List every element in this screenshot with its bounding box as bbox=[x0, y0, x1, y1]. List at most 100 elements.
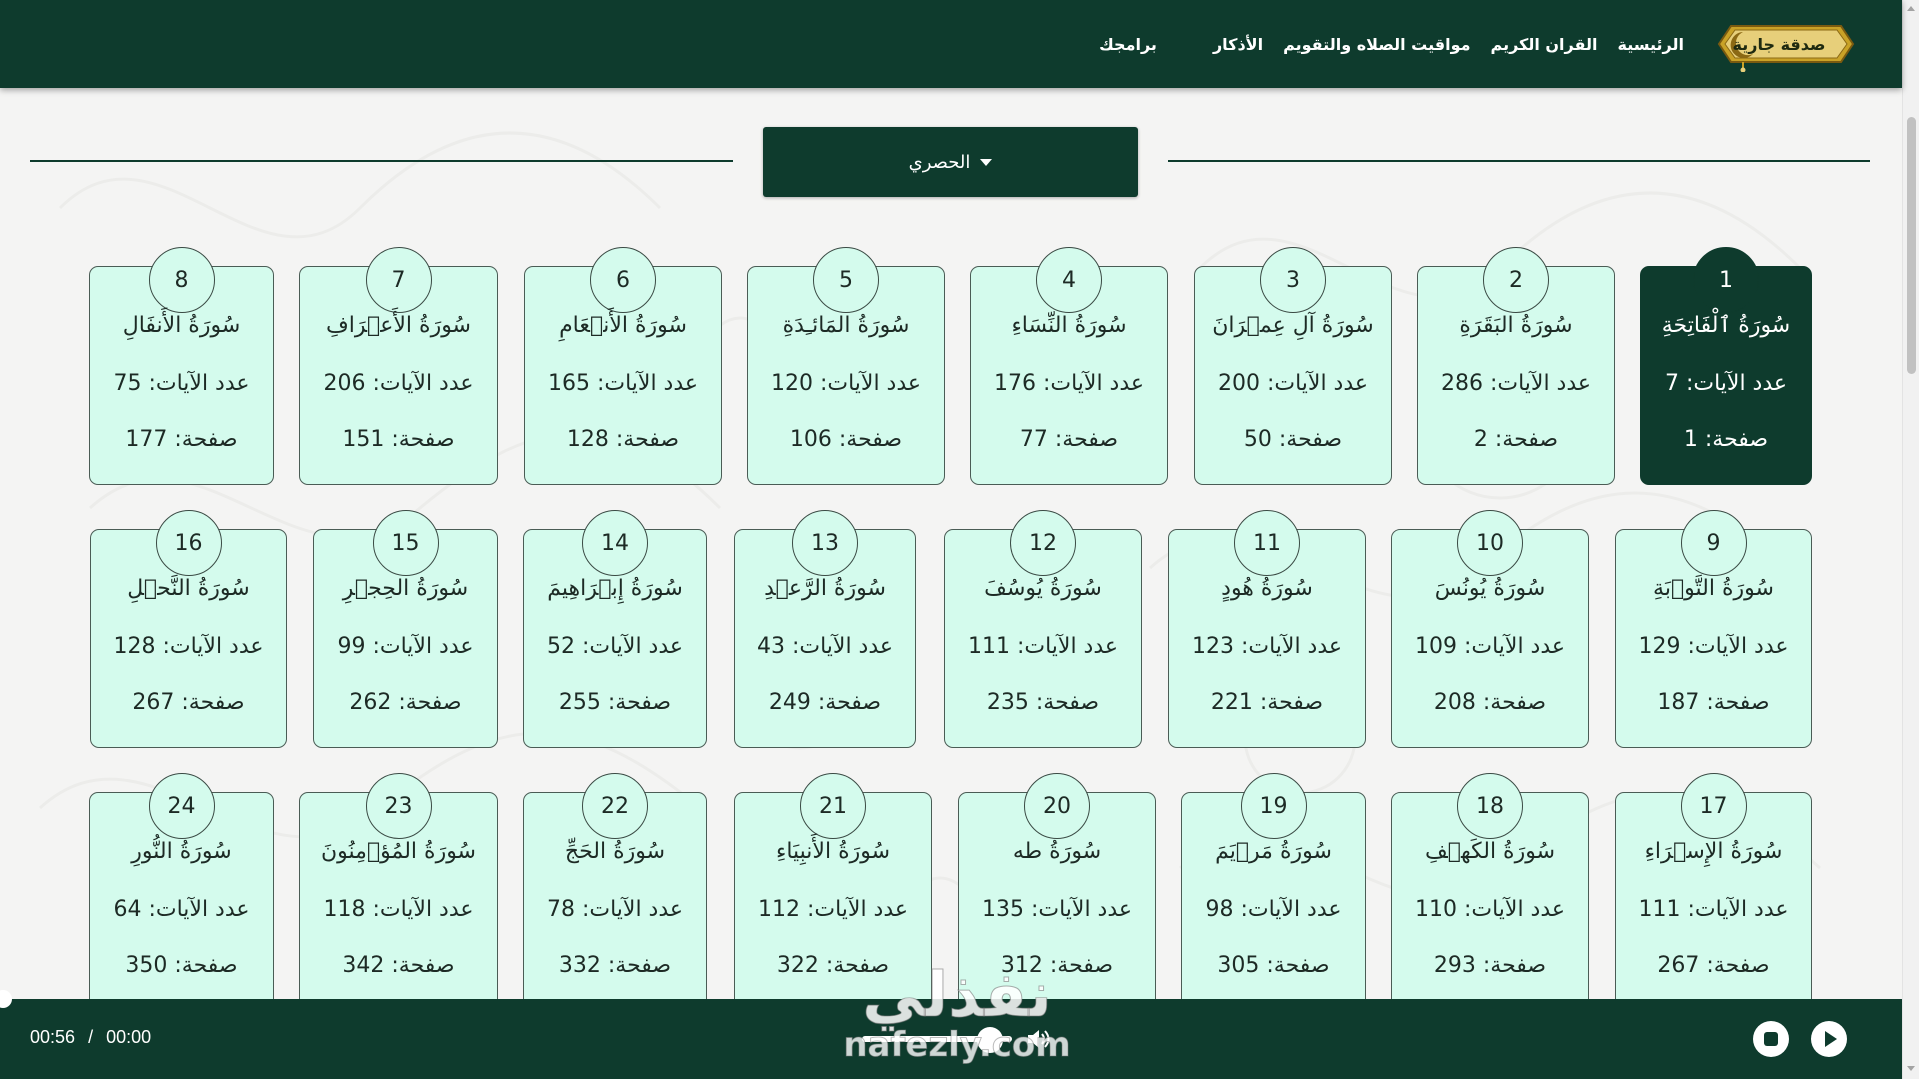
scroll-down-icon[interactable] bbox=[1907, 1066, 1915, 1071]
nav-programs[interactable]: برامجك bbox=[1089, 35, 1167, 54]
page-value: 50 bbox=[1243, 427, 1272, 452]
page-value: 187 bbox=[1657, 690, 1700, 715]
surah-ayat-count: عدد الآيات: 128 bbox=[91, 634, 286, 659]
surah-number-badge: 2 bbox=[1483, 247, 1549, 313]
page-value: 2 bbox=[1473, 427, 1488, 452]
surah-page: صفحة: 177 bbox=[90, 427, 273, 452]
surah-number-badge: 22 bbox=[582, 773, 648, 839]
page-label: صفحة: bbox=[1252, 690, 1324, 715]
surah-card[interactable]: 24 سُورَةُ النُّورِ عدد الآيات: 64 صفحة: 35… bbox=[89, 773, 274, 1011]
ayat-value: 165 bbox=[547, 371, 590, 396]
surah-ayat-count: عدد الآيات: 111 bbox=[945, 634, 1141, 659]
surah-number-badge: 17 bbox=[1680, 773, 1747, 839]
surah-page: صفحة: 255 bbox=[524, 690, 706, 715]
page-value: 106 bbox=[789, 427, 832, 452]
play-icon bbox=[1825, 1031, 1837, 1047]
page-value: 332 bbox=[558, 953, 601, 978]
surah-name: سُورَةُ يُوسُفَ bbox=[984, 576, 1102, 601]
ayat-value: 120 bbox=[770, 371, 813, 396]
surah-card[interactable]: 5 سُورَةُ المَائـِدَةِ عدد الآيات: 120 صفحة… bbox=[747, 247, 945, 485]
surah-name: سُورَةُ الأَعۡرَافِ bbox=[326, 313, 471, 338]
page-label: صفحة: bbox=[810, 690, 882, 715]
surah-name: سُورَةُ الأَنبِيَاءِ bbox=[775, 839, 891, 864]
surah-ayat-count: عدد الآيات: 78 bbox=[524, 897, 706, 922]
surah-name: سُورَةُ آلِ عِمۡرَانَ bbox=[1212, 313, 1374, 338]
audio-player: 00:56 / 00:00 bbox=[0, 990, 1902, 1079]
scroll-thumb[interactable] bbox=[1907, 117, 1916, 374]
surah-card[interactable]: 23 سُورَةُ المُؤۡمِنُونَ عدد الآيات: 118 صف… bbox=[299, 773, 498, 1011]
surah-card[interactable]: 13 سُورَةُ الرَّعۡدِ عدد الآيات: 43 صفحة: 2… bbox=[734, 510, 916, 748]
ayat-label: عدد الآيات: bbox=[1482, 371, 1592, 396]
surah-card[interactable]: 18 سُورَةُ الكَهۡفِ عدد الآيات: 110 صفحة: 2… bbox=[1391, 773, 1589, 1011]
stop-button[interactable] bbox=[1753, 1021, 1789, 1057]
volume-icon[interactable] bbox=[1024, 1025, 1052, 1053]
surah-card[interactable]: 9 سُورَةُ التَّوۡبَةِ عدد الآيات: 129 صفحة:… bbox=[1615, 510, 1812, 748]
play-button[interactable] bbox=[1811, 1021, 1847, 1057]
ayat-label: عدد الآيات: bbox=[365, 371, 474, 396]
surah-number-badge: 3 bbox=[1260, 247, 1326, 313]
ayat-label: عدد الآيات: bbox=[574, 897, 684, 922]
surah-card[interactable]: 1 سُورَةُ ٱلْفَاتِحَةِ عدد الآيات: 7 صفحة: … bbox=[1640, 247, 1812, 485]
ayat-label: عدد الآيات: bbox=[812, 371, 922, 396]
surah-page: صفحة: 332 bbox=[524, 953, 706, 978]
surah-card[interactable]: 4 سُورَةُ النِّسَاءِ عدد الآيات: 176 صفحة: … bbox=[970, 247, 1168, 485]
surah-number-badge: 4 bbox=[1036, 247, 1102, 313]
surah-card[interactable]: 8 سُورَةُ الأَنفَالِ عدد الآيات: 75 صفحة: 1… bbox=[89, 247, 274, 485]
surah-number-badge: 13 bbox=[792, 510, 858, 576]
surah-page: صفحة: 267 bbox=[91, 690, 286, 715]
surah-number-badge: 16 bbox=[155, 510, 222, 576]
logo[interactable]: صدقة جارية bbox=[1717, 16, 1855, 73]
surah-name: سُورَةُ هُودٍ bbox=[1221, 576, 1313, 601]
ayat-label: عدد الآيات: bbox=[1259, 371, 1369, 396]
surah-card[interactable]: 10 سُورَةُ يُونُسَ عدد الآيات: 109 صفحة: 20… bbox=[1391, 510, 1589, 748]
surah-card[interactable]: 20 سُورَةُ طه عدد الآيات: 135 صفحة: 312 bbox=[958, 773, 1156, 1011]
nav-prayer-times[interactable]: مواقيت الصلاه والتقويم bbox=[1273, 35, 1480, 54]
surah-card[interactable]: 15 سُورَةُ الحِجۡرِ عدد الآيات: 99 صفحة: 26… bbox=[313, 510, 498, 748]
surah-ayat-count: عدد الآيات: 109 bbox=[1392, 634, 1588, 659]
surah-ayat-count: عدد الآيات: 165 bbox=[525, 371, 721, 396]
ayat-value: 286 bbox=[1440, 371, 1483, 396]
page-value: 342 bbox=[342, 953, 385, 978]
surah-name: سُورَةُ النِّسَاءِ bbox=[1011, 313, 1127, 338]
page-value: 312 bbox=[1000, 953, 1043, 978]
surah-ayat-count: عدد الآيات: 135 bbox=[959, 897, 1155, 922]
logo-text: صدقة جارية bbox=[1732, 34, 1826, 54]
surah-page: صفحة: 221 bbox=[1169, 690, 1365, 715]
page-value: 177 bbox=[125, 427, 168, 452]
scroll-up-icon[interactable] bbox=[1907, 6, 1915, 11]
page-value: 221 bbox=[1210, 690, 1253, 715]
page-value: 151 bbox=[342, 427, 385, 452]
progress-slider-knob[interactable] bbox=[0, 990, 12, 1008]
surah-card[interactable]: 14 سُورَةُ إِبۡرَاهِيمَ عدد الآيات: 52 صفحة… bbox=[523, 510, 707, 748]
surah-card[interactable]: 17 سُورَةُ الإِسۡرَاءِ عدد الآيات: 111 صفحة… bbox=[1615, 773, 1812, 1011]
surah-card[interactable]: 22 سُورَةُ الحَجِّ عدد الآيات: 78 صفحة: 332 bbox=[523, 773, 707, 1011]
ayat-label: عدد الآيات: bbox=[141, 371, 250, 396]
surah-name: سُورَةُ الحِجۡرِ bbox=[342, 576, 469, 601]
surah-page: صفحة: 235 bbox=[945, 690, 1141, 715]
surah-card[interactable]: 7 سُورَةُ الأَعۡرَافِ عدد الآيات: 206 صفحة:… bbox=[299, 247, 498, 485]
ayat-label: عدد الآيات: bbox=[1680, 634, 1789, 659]
surah-ayat-count: عدد الآيات: 286 bbox=[1418, 371, 1614, 396]
page-scrollbar[interactable] bbox=[1902, 0, 1919, 1079]
nav-quran[interactable]: القران الكريم bbox=[1481, 35, 1608, 54]
surah-card[interactable]: 11 سُورَةُ هُودٍ عدد الآيات: 123 صفحة: 221 bbox=[1168, 510, 1366, 748]
page-value: 305 bbox=[1217, 953, 1260, 978]
ayat-value: 78 bbox=[546, 897, 575, 922]
ayat-value: 7 bbox=[1664, 371, 1679, 396]
surah-name: سُورَةُ المَائـِدَةِ bbox=[782, 313, 910, 338]
nav-azkar[interactable]: الأذكار bbox=[1203, 35, 1273, 54]
surah-page: صفحة: 262 bbox=[314, 690, 497, 715]
surah-card[interactable]: 6 سُورَةُ الأَنۡعَامِ عدد الآيات: 165 صفحة:… bbox=[524, 247, 722, 485]
surah-card[interactable]: 21 سُورَةُ الأَنبِيَاءِ عدد الآيات: 112 صفح… bbox=[734, 773, 932, 1011]
ayat-label: عدد الآيات: bbox=[589, 371, 699, 396]
surah-card[interactable]: 3 سُورَةُ آلِ عِمۡرَانَ عدد الآيات: 200 صفح… bbox=[1194, 247, 1392, 485]
page-value: 322 bbox=[776, 953, 819, 978]
surah-card[interactable]: 12 سُورَةُ يُوسُفَ عدد الآيات: 111 صفحة: 23… bbox=[944, 510, 1142, 748]
surah-ayat-count: عدد الآيات: 206 bbox=[300, 371, 497, 396]
nav-home[interactable]: الرئيسية bbox=[1608, 35, 1695, 54]
surah-number-badge: 11 bbox=[1234, 510, 1300, 576]
surah-card[interactable]: 16 سُورَةُ النَّحۡلِ عدد الآيات: 128 صفحة: … bbox=[90, 510, 287, 748]
surah-card[interactable]: 2 سُورَةُ البَقَرَةِ عدد الآيات: 286 صفحة: … bbox=[1417, 247, 1615, 485]
surah-card[interactable]: 19 سُورَةُ مَرۡيَمَ عدد الآيات: 98 صفحة: 30… bbox=[1181, 773, 1366, 1011]
volume-slider-knob[interactable] bbox=[976, 1027, 1003, 1053]
